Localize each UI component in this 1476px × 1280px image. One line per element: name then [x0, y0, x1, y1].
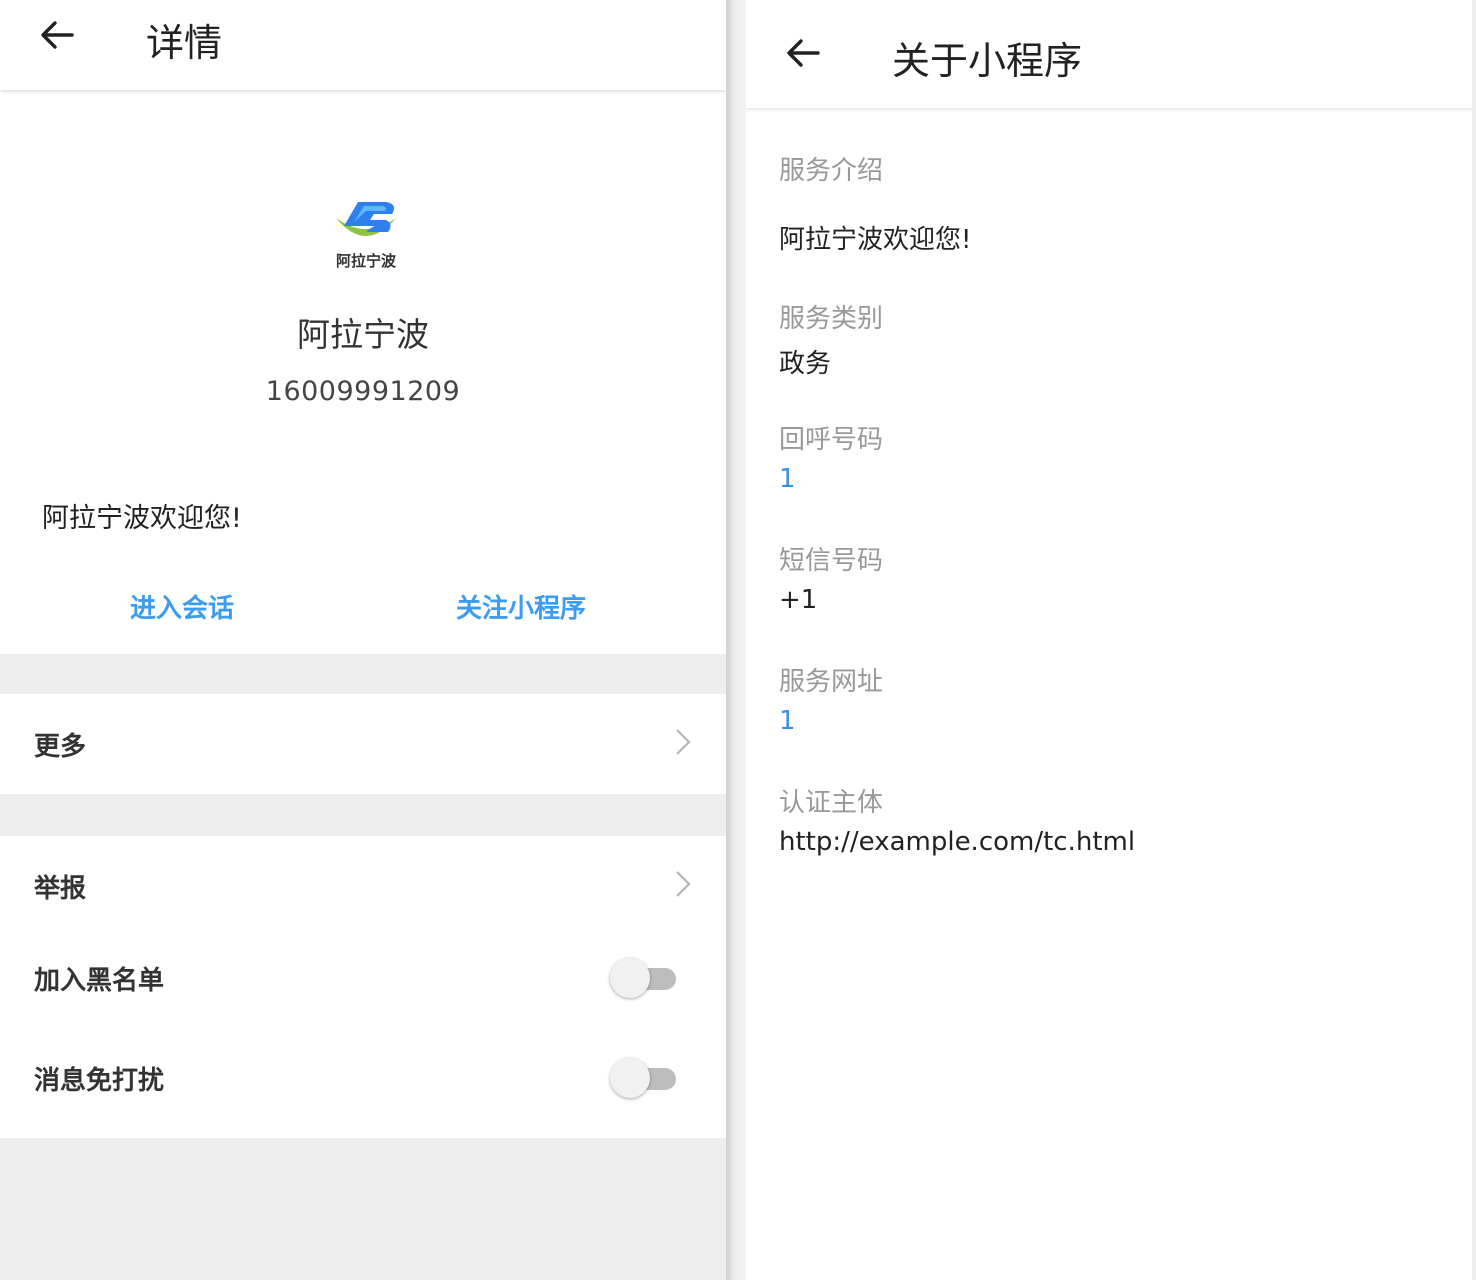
- certified-entity-field: 认证主体 http://example.com/tc.html: [779, 782, 1135, 857]
- back-arrow-icon[interactable]: [782, 32, 824, 74]
- report-label: 举报: [34, 874, 87, 904]
- account-name: 阿拉宁波: [297, 315, 429, 354]
- mute-label: 消息免打扰: [34, 1066, 165, 1096]
- more-label: 更多: [34, 732, 87, 762]
- service-url-field: 服务网址 1: [779, 661, 883, 736]
- field-label: 短信号码: [779, 546, 884, 576]
- screen-divider: [726, 0, 746, 1280]
- profile-card: 阿拉宁波 阿拉宁波 16009991209 阿拉宁波欢迎您! 进入会话 关注小程…: [0, 90, 726, 654]
- service-url-link[interactable]: 1: [779, 706, 883, 736]
- mute-row: 消息免打扰: [0, 1028, 726, 1138]
- more-group: 更多: [0, 694, 726, 794]
- right-edge: [1472, 0, 1476, 1280]
- field-value: 政务: [779, 349, 832, 379]
- enter-chat-button[interactable]: 进入会话: [130, 588, 234, 625]
- sms-number-field: 短信号码 +1: [779, 540, 883, 615]
- account-description: 阿拉宁波欢迎您!: [42, 503, 242, 534]
- account-phone: 16009991209: [265, 376, 461, 407]
- follow-miniprogram-button[interactable]: 关注小程序: [456, 588, 586, 625]
- callback-number-field: 回呼号码 1: [779, 419, 883, 494]
- detail-topbar: 详情: [0, 0, 726, 90]
- mute-toggle[interactable]: [610, 1058, 676, 1098]
- field-label: 认证主体: [779, 788, 884, 818]
- about-topbar: 关于小程序: [746, 0, 1472, 108]
- back-arrow-icon[interactable]: [36, 14, 78, 56]
- toggle-knob: [610, 1058, 650, 1098]
- logo-mark-icon: [336, 202, 396, 236]
- field-label: 服务网址: [779, 667, 884, 697]
- toggle-knob: [610, 958, 650, 998]
- field-label: 服务类别: [779, 304, 884, 334]
- field-value: +1: [779, 585, 818, 615]
- blacklist-label: 加入黑名单: [34, 966, 165, 996]
- detail-screen: 详情 阿拉宁波 阿拉宁波 16009991209 阿拉宁波欢迎您! 进入会话 关…: [0, 0, 726, 1280]
- logo-text: 阿拉宁波: [335, 252, 396, 270]
- service-category-field: 服务类别 政务: [779, 298, 883, 380]
- app-logo: 阿拉宁波: [330, 194, 402, 270]
- report-row[interactable]: 举报: [0, 836, 726, 936]
- more-row[interactable]: 更多: [0, 694, 726, 794]
- service-intro-field: 服务介绍 阿拉宁波欢迎您!: [779, 150, 971, 256]
- field-value: http://example.com/tc.html: [779, 827, 1136, 857]
- field-label: 服务介绍: [779, 156, 884, 186]
- blacklist-toggle[interactable]: [610, 958, 676, 998]
- page-title: 关于小程序: [892, 39, 1083, 83]
- field-label: 回呼号码: [779, 425, 884, 455]
- blacklist-row: 加入黑名单: [0, 928, 726, 1028]
- callback-number-link[interactable]: 1: [779, 464, 883, 494]
- page-title: 详情: [146, 21, 223, 65]
- chevron-right-icon: [676, 729, 691, 755]
- about-miniprogram-screen: 关于小程序 服务介绍 阿拉宁波欢迎您! 服务类别 政务 回呼号码 1 短信号码 …: [746, 0, 1472, 1280]
- field-value: 阿拉宁波欢迎您!: [779, 225, 972, 255]
- chevron-right-icon: [676, 871, 691, 897]
- settings-group: 举报 加入黑名单 消息免打扰: [0, 836, 726, 1138]
